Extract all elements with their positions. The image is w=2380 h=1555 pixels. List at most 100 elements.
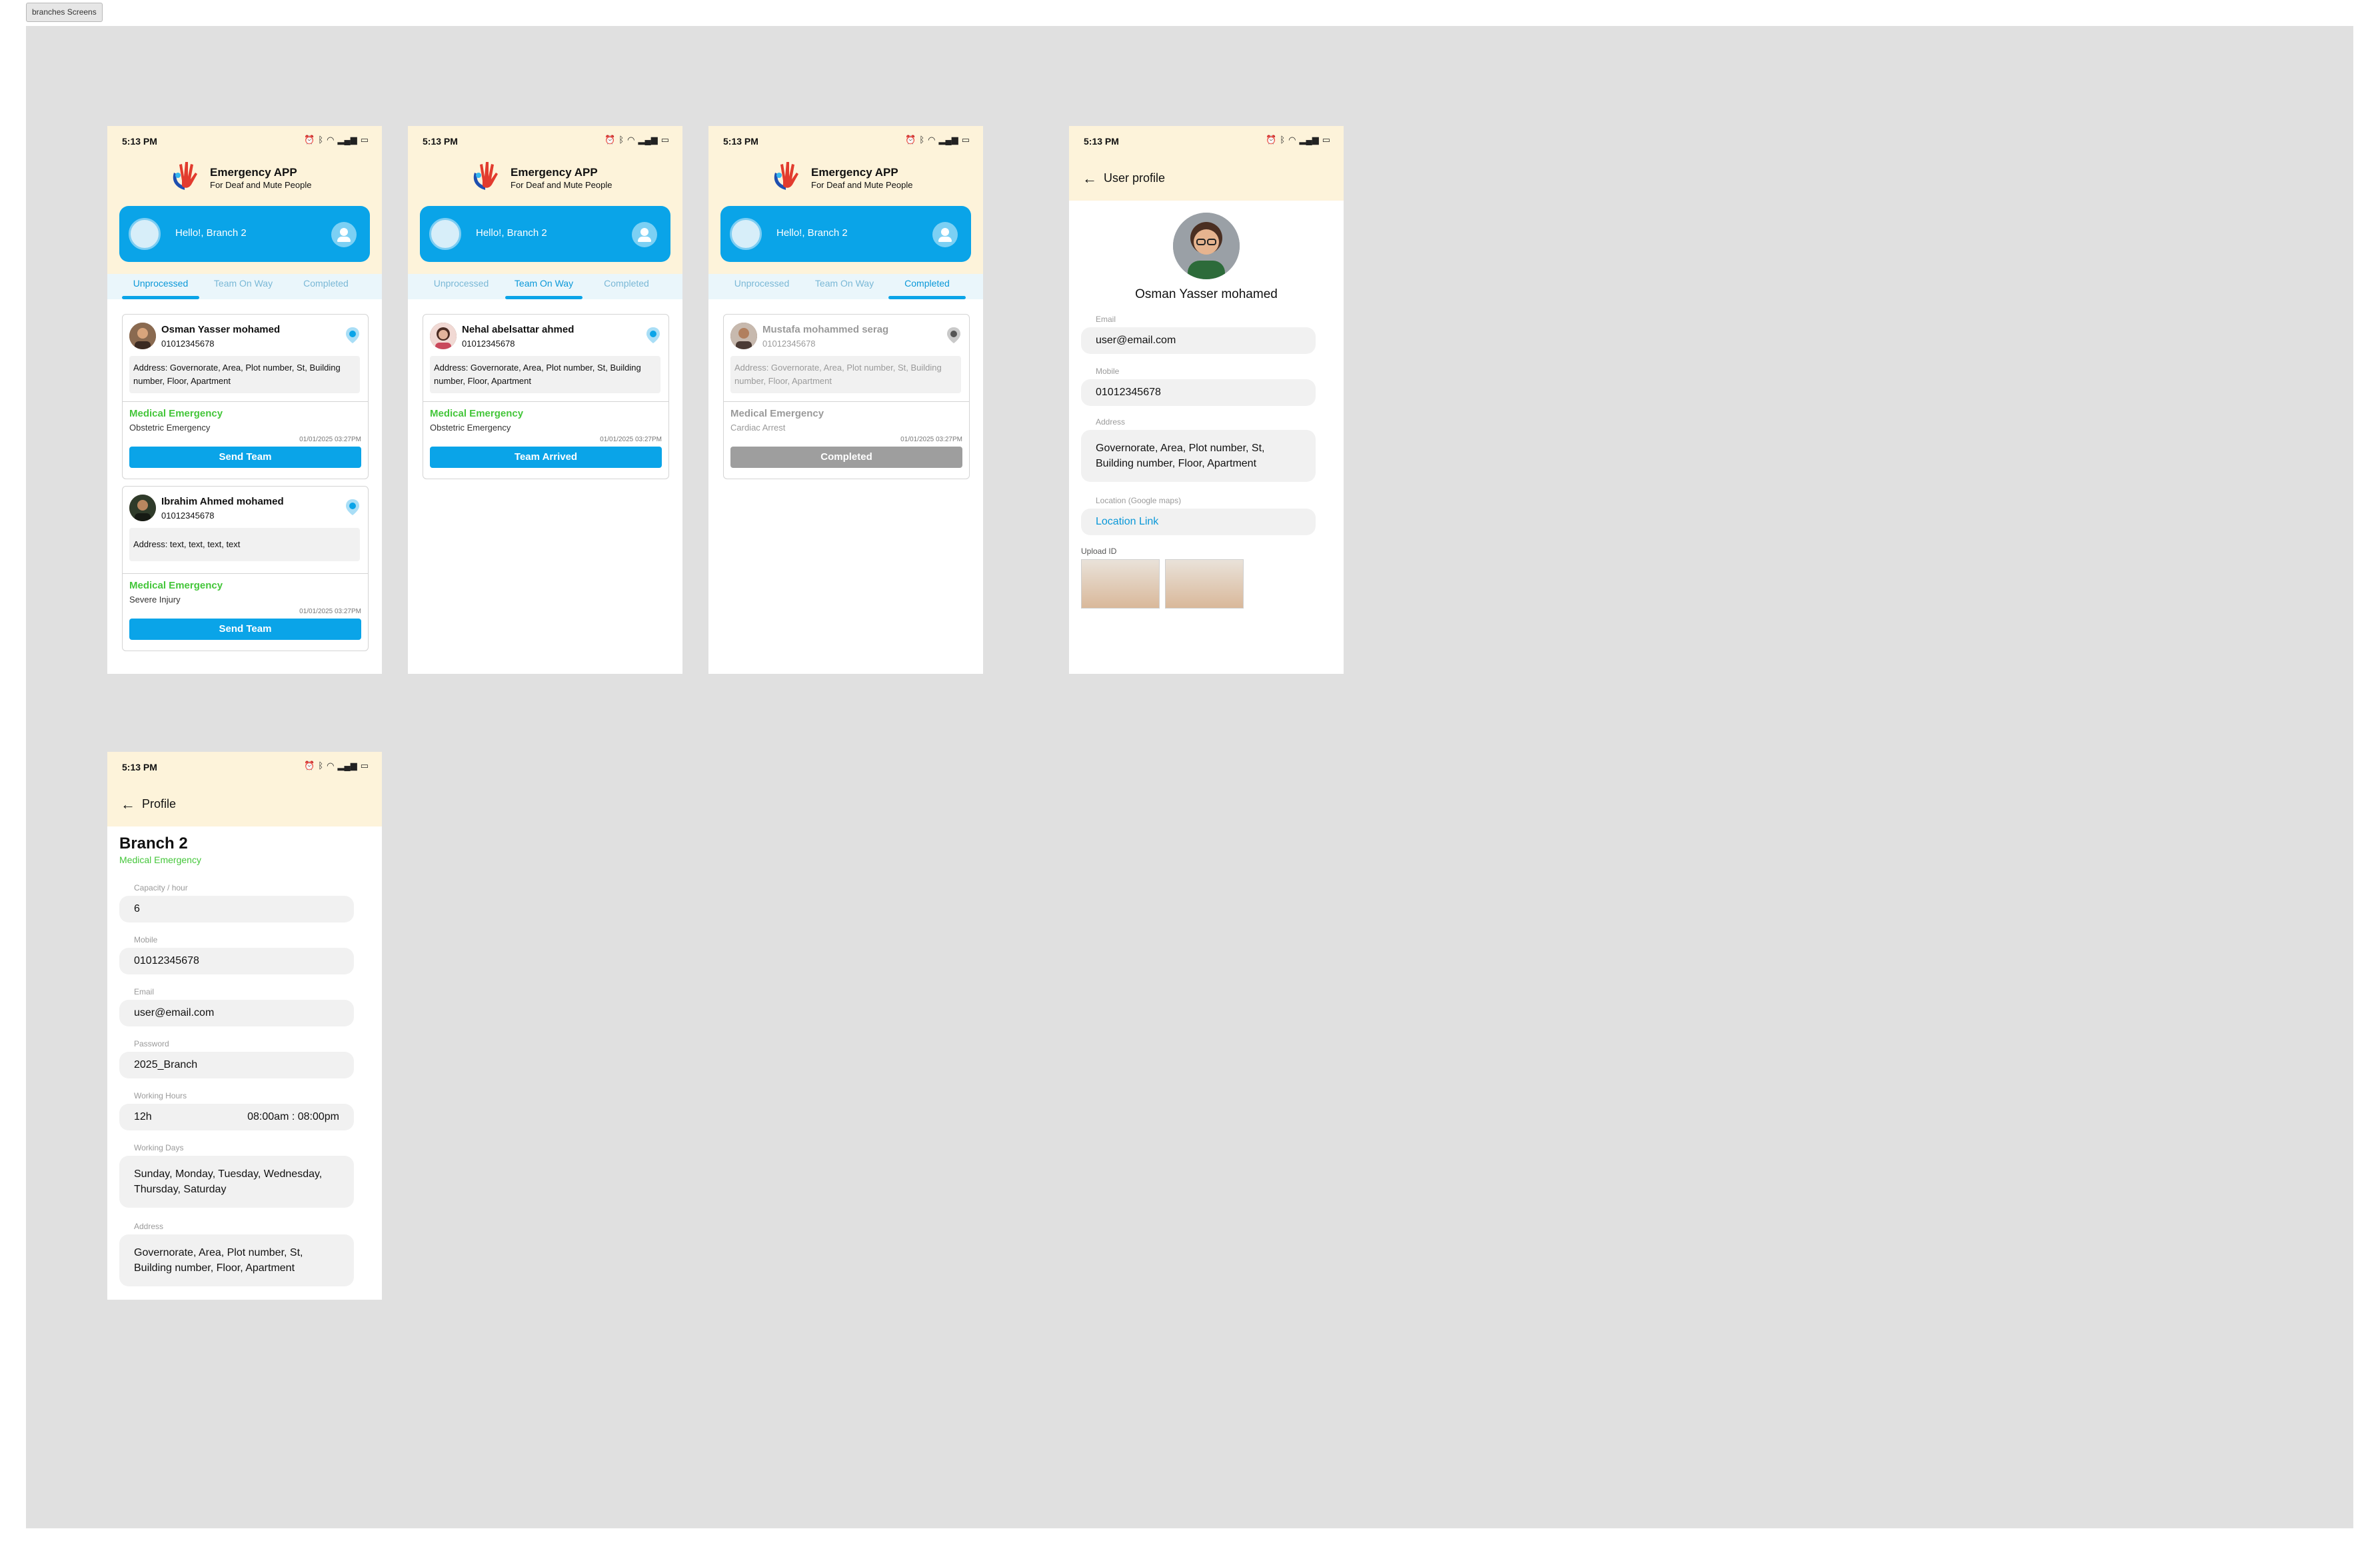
location-link[interactable]: Location Link (1081, 509, 1316, 535)
divider (123, 401, 368, 402)
signal-icon: ▂▄▆ (1299, 135, 1319, 145)
requester-name: Ibrahim Ahmed mohamed (161, 496, 284, 507)
location-pin-icon[interactable] (646, 327, 660, 344)
tab-team-on-way[interactable]: Team On Way (202, 274, 285, 299)
location-label: Location (Google maps) (1096, 496, 1182, 505)
app-tagline: For Deaf and Mute People (210, 180, 312, 190)
app-header: 5:13 PM ⏰ ᛒ ◠ ▂▄▆ ▭ Emergency APP For De… (408, 126, 682, 298)
request-date: 01/01/2025 03:27PM (299, 608, 361, 615)
divider (423, 401, 668, 402)
bluetooth-icon: ᛒ (318, 135, 324, 145)
greeting-banner: Hello!, Branch 2 (420, 206, 670, 262)
tab-completed[interactable]: Completed (585, 274, 668, 299)
status-bar: 5:13 PM ⏰ ᛒ ◠ ▂▄▆ ▭ (408, 126, 682, 153)
working-hours-range: 08:00am : 08:00pm (247, 1111, 339, 1122)
id-back-image[interactable] (1165, 559, 1244, 609)
bluetooth-icon: ᛒ (919, 135, 925, 145)
request-card[interactable]: Mustafa mohammed serag 01012345678 Addre… (723, 314, 970, 479)
status-time: 5:13 PM (122, 762, 157, 773)
email-field: user@email.com (1081, 327, 1316, 354)
branch-avatar (730, 218, 762, 250)
emergency-category: Medical Emergency (430, 408, 524, 419)
back-arrow-icon[interactable]: ← (1082, 171, 1097, 186)
tab-completed[interactable]: Completed (285, 274, 367, 299)
password-field: 2025_Branch (119, 1052, 354, 1078)
tab-bar: Unprocessed Team On Way Completed (408, 274, 682, 299)
id-front-image[interactable] (1081, 559, 1160, 609)
avatar (129, 323, 156, 349)
request-card[interactable]: Nehal abelsattar ahmed 01012345678 Addre… (423, 314, 669, 479)
status-bar: 5:13 PM ⏰ ᛒ ◠ ▂▄▆ ▭ (1069, 126, 1344, 153)
address-label: Address (1096, 417, 1126, 427)
tab-unprocessed[interactable]: Unprocessed (119, 274, 202, 299)
team-arrived-button[interactable]: Team Arrived (430, 447, 662, 468)
working-hours-label: Working Hours (134, 1091, 187, 1100)
battery-icon: ▭ (660, 135, 669, 145)
tab-bar: Unprocessed Team On Way Completed (708, 274, 983, 299)
app-name: Emergency APP (811, 166, 898, 179)
emergency-category: Medical Emergency (129, 580, 223, 591)
screen-completed: 5:13 PM ⏰ ᛒ ◠ ▂▄▆ ▭ Emergency APP For De… (708, 126, 983, 674)
design-canvas: 5:13 PM ⏰ ᛒ ◠ ▂▄▆ ▭ Emergency APP For De… (26, 26, 2353, 1528)
location-pin-icon[interactable] (345, 499, 360, 516)
back-arrow-icon[interactable]: ← (121, 797, 135, 812)
screen-user-profile: 5:13 PM ⏰ ᛒ ◠ ▂▄▆ ▭ ← User profile Osman… (1069, 126, 1344, 674)
request-card[interactable]: Ibrahim Ahmed mohamed 01012345678 Addres… (122, 486, 369, 651)
screen-branch-profile: 5:13 PM ⏰ ᛒ ◠ ▂▄▆ ▭ ← Profile Branch 2 M… (107, 752, 382, 1300)
mobile-field: 01012345678 (1081, 379, 1316, 406)
hands-logo-icon (473, 162, 498, 190)
tab-unprocessed[interactable]: Unprocessed (720, 274, 803, 299)
page-title: User profile (1104, 171, 1166, 185)
user-icon[interactable] (932, 222, 958, 247)
location-pin-icon[interactable] (345, 327, 360, 344)
email-label: Email (134, 987, 155, 996)
tab-unprocessed[interactable]: Unprocessed (420, 274, 503, 299)
frame-label: branches Screens (26, 3, 103, 22)
tab-completed[interactable]: Completed (886, 274, 968, 299)
status-time: 5:13 PM (723, 136, 758, 147)
email-field: user@email.com (119, 1000, 354, 1026)
status-time: 5:13 PM (1084, 136, 1119, 147)
alarm-icon: ⏰ (604, 135, 616, 145)
working-hours-total: 12h (134, 1111, 152, 1122)
app-logo: Emergency APP For Deaf and Mute People (467, 161, 626, 194)
status-time: 5:13 PM (122, 136, 157, 147)
emergency-category: Medical Emergency (730, 408, 824, 419)
send-team-button[interactable]: Send Team (129, 619, 361, 640)
status-time: 5:13 PM (423, 136, 458, 147)
address-label: Address (134, 1222, 164, 1231)
screen-unprocessed: 5:13 PM ⏰ ᛒ ◠ ▂▄▆ ▭ Emergency APP For De… (107, 126, 382, 674)
battery-icon: ▭ (961, 135, 970, 145)
status-bar: 5:13 PM ⏰ ᛒ ◠ ▂▄▆ ▭ (708, 126, 983, 153)
send-team-button[interactable]: Send Team (129, 447, 361, 468)
tab-team-on-way[interactable]: Team On Way (503, 274, 585, 299)
app-logo: Emergency APP For Deaf and Mute People (166, 161, 326, 194)
user-icon[interactable] (331, 222, 357, 247)
location-pin-icon[interactable] (946, 327, 961, 344)
wifi-icon: ◠ (327, 761, 335, 771)
app-header: 5:13 PM ⏰ ᛒ ◠ ▂▄▆ ▭ Emergency APP For De… (107, 126, 382, 298)
bluetooth-icon: ᛒ (318, 761, 324, 771)
request-date: 01/01/2025 03:27PM (900, 436, 962, 443)
mobile-label: Mobile (134, 935, 158, 944)
branch-type: Medical Emergency (119, 854, 201, 865)
greeting-text: Hello!, Branch 2 (175, 227, 247, 239)
request-card[interactable]: Osman Yasser mohamed 01012345678 Address… (122, 314, 369, 479)
upload-id-label: Upload ID (1081, 547, 1117, 556)
tab-team-on-way[interactable]: Team On Way (803, 274, 886, 299)
user-icon[interactable] (632, 222, 657, 247)
alarm-icon: ⏰ (1266, 135, 1277, 145)
app-logo: Emergency APP For Deaf and Mute People (767, 161, 927, 194)
app-name: Emergency APP (210, 166, 297, 179)
requester-name: Osman Yasser mohamed (161, 324, 281, 335)
working-days-label: Working Days (134, 1143, 184, 1152)
app-header: 5:13 PM ⏰ ᛒ ◠ ▂▄▆ ▭ ← Profile (107, 752, 382, 826)
emergency-type: Severe Injury (129, 595, 181, 605)
wifi-icon: ◠ (627, 135, 635, 145)
app-tagline: For Deaf and Mute People (811, 180, 913, 190)
app-header: 5:13 PM ⏰ ᛒ ◠ ▂▄▆ ▭ Emergency APP For De… (708, 126, 983, 298)
user-name: Osman Yasser mohamed (1135, 287, 1278, 301)
emergency-type: Cardiac Arrest (730, 423, 786, 433)
screen-team-on-way: 5:13 PM ⏰ ᛒ ◠ ▂▄▆ ▭ Emergency APP For De… (408, 126, 682, 674)
branch-avatar (429, 218, 461, 250)
